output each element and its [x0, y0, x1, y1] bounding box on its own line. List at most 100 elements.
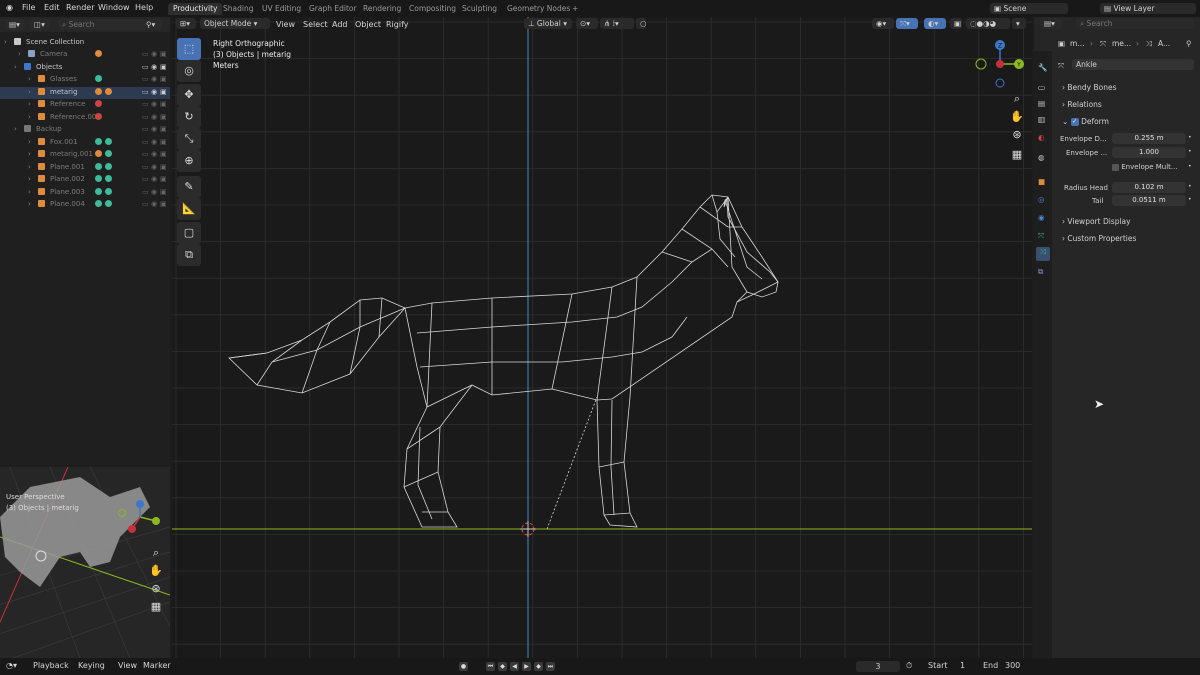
envelope-multiply-box[interactable]: [1112, 163, 1119, 171]
overlay-toggle-icon[interactable]: ◐▾: [924, 18, 946, 29]
radius-tail-keyframe-icon[interactable]: •: [1188, 196, 1192, 203]
viewport-display-panel[interactable]: › Viewport Display: [1062, 217, 1131, 226]
outliner-item[interactable]: › Plane.001 ▭ ◉ ▣: [0, 162, 170, 174]
object-tab-icon[interactable]: ■: [1038, 177, 1045, 186]
hide-render-icon[interactable]: ▣: [160, 100, 167, 108]
expand-chevron-icon[interactable]: ›: [28, 163, 31, 171]
props-editor-type-icon[interactable]: ▤▾: [1040, 18, 1062, 29]
play-icon[interactable]: ▶: [522, 662, 531, 671]
next-keyframe-icon[interactable]: ◆: [534, 662, 543, 671]
bendy-bones-panel[interactable]: › Bendy Bones: [1062, 83, 1117, 92]
mini-zoom-icon[interactable]: ⌕: [148, 545, 164, 561]
menu-window[interactable]: Window: [98, 3, 130, 12]
timeline-editor-icon[interactable]: ◔▾: [6, 661, 17, 670]
menu-edit[interactable]: Edit: [44, 3, 60, 12]
outliner-item[interactable]: › Camera ▭ ◉ ▣: [0, 49, 170, 61]
expand-chevron-icon[interactable]: ›: [28, 75, 31, 83]
display-mode-icon[interactable]: ◫▾: [30, 19, 50, 30]
hide-render-icon[interactable]: ▣: [160, 175, 167, 183]
auto-key-icon[interactable]: ●: [459, 662, 468, 671]
snap-toggle-icon[interactable]: ⋔ ⁞▾: [600, 18, 634, 29]
expand-chevron-icon[interactable]: ›: [28, 200, 31, 208]
bone-tab-icon[interactable]: ⤨: [1036, 247, 1050, 261]
expand-chevron-icon[interactable]: ›: [14, 125, 17, 133]
hide-viewport-icon[interactable]: ◉: [151, 75, 157, 83]
tab-graph-editor[interactable]: Graph Editor: [304, 3, 362, 15]
tab-geometry-nodes[interactable]: Geometry Nodes: [502, 3, 575, 15]
ortho-toggle-grid-icon[interactable]: ▦: [1009, 147, 1025, 163]
hide-viewport-icon[interactable]: ◉: [151, 175, 157, 183]
view-layer-selector[interactable]: ▤ View Layer: [1100, 3, 1196, 14]
envelope-multiply-keyframe-icon[interactable]: •: [1188, 163, 1192, 170]
play-reverse-icon[interactable]: ◀: [510, 662, 519, 671]
armature-data-tab-icon[interactable]: ⤧: [1038, 231, 1044, 241]
hide-render-icon[interactable]: ▣: [160, 63, 167, 71]
tab-uv-editing[interactable]: UV Editing: [257, 3, 306, 15]
tab-productivity[interactable]: Productivity: [168, 3, 223, 15]
hide-render-icon[interactable]: ▣: [160, 125, 167, 133]
playback-menu[interactable]: Playback: [33, 661, 69, 670]
hide-render-icon[interactable]: ▣: [160, 75, 167, 83]
visibility-icon[interactable]: ◉▾: [872, 18, 894, 29]
hide-render-icon[interactable]: ▣: [160, 113, 167, 121]
expand-chevron-icon[interactable]: ›: [28, 113, 31, 121]
marker-menu[interactable]: Marker: [143, 661, 171, 670]
hide-viewport-icon[interactable]: ◉: [151, 50, 157, 58]
camera-view-icon[interactable]: ⊛: [1009, 127, 1025, 143]
viewport-editor-type-icon[interactable]: ⊞▾: [176, 18, 196, 29]
deform-panel[interactable]: ⌄ ✓ Deform: [1062, 117, 1109, 126]
zoom-icon[interactable]: ⌕: [1009, 91, 1025, 107]
viewport-menu-view[interactable]: View: [276, 20, 295, 29]
hide-viewport-icon[interactable]: ◉: [151, 138, 157, 146]
gizmo-neg-z-axis[interactable]: [995, 78, 1005, 88]
cursor-tool-icon[interactable]: ◎: [177, 60, 201, 82]
menu-render[interactable]: Render: [66, 3, 94, 12]
expand-chevron-icon[interactable]: ›: [28, 88, 31, 96]
start-frame-field[interactable]: 1: [960, 661, 965, 670]
measure-tool-icon[interactable]: 📐: [177, 198, 201, 220]
hide-viewport-icon[interactable]: ◉: [151, 125, 157, 133]
breadcrumb-armature[interactable]: me...: [1112, 39, 1131, 48]
pan-hand-icon[interactable]: ✋: [1009, 109, 1025, 125]
tab-compositing[interactable]: Compositing: [404, 3, 461, 15]
hide-viewport-icon[interactable]: ◉: [151, 63, 157, 71]
restrict-select-icon[interactable]: ▭: [142, 75, 149, 83]
physics-tab-icon[interactable]: ◉: [1038, 213, 1045, 222]
shading-mode-icons[interactable]: ◌●◑◕: [966, 18, 1010, 29]
transform-orientation-dropdown[interactable]: ⊥ Global ▾: [524, 18, 572, 29]
move-tool-icon[interactable]: ✥: [177, 84, 201, 106]
restrict-select-icon[interactable]: ▭: [142, 163, 149, 171]
filter-icon[interactable]: ⚲▾: [142, 19, 162, 30]
hide-viewport-icon[interactable]: ◉: [151, 188, 157, 196]
annotate-tool-icon[interactable]: ✎: [177, 176, 201, 198]
stopwatch-icon[interactable]: ⏱: [906, 661, 912, 671]
gizmo-neg-y-axis[interactable]: [975, 58, 987, 70]
outliner-item[interactable]: › Reference ▭ ◉ ▣: [0, 99, 170, 111]
outliner-item[interactable]: › Glasses ▭ ◉ ▣: [0, 74, 170, 86]
envelope-distance-field[interactable]: 0.255 m: [1112, 133, 1186, 144]
viewport-menu-object[interactable]: Object: [355, 20, 381, 29]
hide-viewport-icon[interactable]: ◉: [151, 88, 157, 96]
hide-viewport-icon[interactable]: ◉: [151, 113, 157, 121]
tool-tab-icon[interactable]: 🔧: [1038, 63, 1047, 72]
outliner-item[interactable]: › Plane.002 ▭ ◉ ▣: [0, 174, 170, 186]
restrict-select-icon[interactable]: ▭: [142, 100, 149, 108]
scale-tool-icon[interactable]: ⤡: [177, 128, 201, 150]
restrict-select-icon[interactable]: ▭: [142, 200, 149, 208]
custom-properties-panel[interactable]: › Custom Properties: [1062, 234, 1136, 243]
expand-chevron-icon[interactable]: ›: [18, 50, 21, 58]
restrict-select-icon[interactable]: ▭: [142, 138, 149, 146]
envelope-distance-keyframe-icon[interactable]: •: [1188, 134, 1192, 141]
hide-viewport-icon[interactable]: ◉: [151, 163, 157, 171]
outliner-item[interactable]: › metarig.001 ▭ ◉ ▣: [0, 149, 170, 161]
hide-render-icon[interactable]: ▣: [160, 150, 167, 158]
object-mode-dropdown[interactable]: Object Mode ▾: [200, 18, 270, 29]
keying-menu[interactable]: Keying: [78, 661, 105, 670]
add-object-tool-icon[interactable]: ⧉: [177, 244, 201, 266]
restrict-select-icon[interactable]: ▭: [142, 50, 149, 58]
mini-navigation-gizmo[interactable]: [112, 495, 168, 537]
mini-viewport[interactable]: User Perspective (3) Objects | metarig ⌕…: [0, 467, 170, 658]
radius-head-field[interactable]: 0.102 m: [1112, 182, 1186, 193]
viewport-menu-rigify[interactable]: Rigify: [386, 20, 409, 29]
envelope-weight-field[interactable]: 1.000: [1112, 147, 1186, 158]
